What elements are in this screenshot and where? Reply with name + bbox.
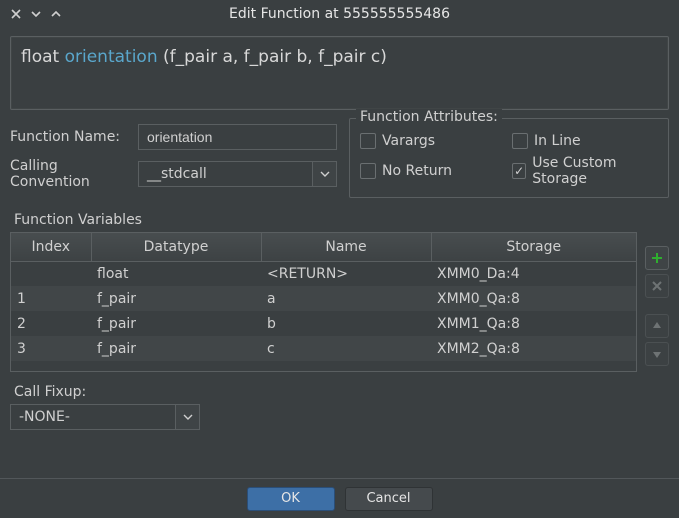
table-row[interactable]: 1f_pairaXMM0_Qa:8 <box>11 286 636 311</box>
cell-index[interactable]: 3 <box>11 336 91 361</box>
table-row[interactable]: 3f_paircXMM2_Qa:8 <box>11 336 636 361</box>
call-fixup-value: -NONE- <box>19 409 70 425</box>
move-down-button[interactable] <box>645 342 669 366</box>
function-name-input[interactable] <box>138 124 337 150</box>
cell-datatype[interactable]: f_pair <box>91 336 261 361</box>
cell-storage[interactable]: XMM0_Qa:8 <box>431 286 636 311</box>
checkbox-icon <box>360 163 376 179</box>
varargs-label: Varargs <box>382 133 435 149</box>
varargs-checkbox[interactable]: Varargs <box>360 133 506 149</box>
function-attributes-group: Function Attributes: Varargs In Line No … <box>349 118 669 198</box>
function-signature-box[interactable]: float orientation (f_pair a, f_pair b, f… <box>10 36 669 110</box>
table-row[interactable]: 2f_pairbXMM1_Qa:8 <box>11 311 636 336</box>
function-variables-table[interactable]: Index Datatype Name Storage float<RETURN… <box>10 232 637 372</box>
checkbox-icon <box>512 133 528 149</box>
signature-function-name: orientation <box>65 47 158 67</box>
add-variable-button[interactable] <box>645 246 669 270</box>
table-row[interactable]: float<RETURN>XMM0_Da:4 <box>11 261 636 286</box>
titlebar: Edit Function at 555555555486 <box>0 0 679 28</box>
remove-variable-button[interactable] <box>645 274 669 298</box>
cell-name[interactable]: c <box>261 336 431 361</box>
cell-name[interactable]: a <box>261 286 431 311</box>
chevron-up-icon[interactable] <box>46 4 66 24</box>
function-attributes-title: Function Attributes: <box>356 109 502 125</box>
cell-datatype[interactable]: float <box>91 261 261 286</box>
cell-name[interactable]: <RETURN> <box>261 261 431 286</box>
cancel-button[interactable]: Cancel <box>345 487 433 511</box>
no-return-checkbox[interactable]: No Return <box>360 155 506 187</box>
chevron-down-icon[interactable] <box>175 405 199 429</box>
cell-storage[interactable]: XMM0_Da:4 <box>431 261 636 286</box>
checkbox-checked-icon <box>512 163 526 179</box>
calling-convention-value: __stdcall <box>147 166 207 182</box>
column-header-storage[interactable]: Storage <box>431 233 636 261</box>
close-icon[interactable] <box>6 4 26 24</box>
chevron-down-icon[interactable] <box>26 4 46 24</box>
calling-convention-label: Calling Convention <box>10 158 138 190</box>
use-custom-storage-label: Use Custom Storage <box>532 155 658 187</box>
column-header-index[interactable]: Index <box>11 233 91 261</box>
cell-index[interactable]: 2 <box>11 311 91 336</box>
ok-button[interactable]: OK <box>247 487 335 511</box>
window-title: Edit Function at 555555555486 <box>66 6 673 22</box>
column-header-name[interactable]: Name <box>261 233 431 261</box>
signature-return-type: float <box>21 47 59 67</box>
call-fixup-label: Call Fixup: <box>14 384 669 400</box>
cell-index[interactable]: 1 <box>11 286 91 311</box>
cell-storage[interactable]: XMM2_Qa:8 <box>431 336 636 361</box>
dialog-footer: OK Cancel <box>0 478 679 518</box>
cell-index[interactable] <box>11 261 91 286</box>
cell-name[interactable]: b <box>261 311 431 336</box>
inline-checkbox[interactable]: In Line <box>512 133 658 149</box>
move-up-button[interactable] <box>645 314 669 338</box>
function-name-label: Function Name: <box>10 129 138 145</box>
cell-datatype[interactable]: f_pair <box>91 286 261 311</box>
column-header-datatype[interactable]: Datatype <box>91 233 261 261</box>
function-variables-label: Function Variables <box>14 212 669 228</box>
chevron-down-icon[interactable] <box>312 162 336 186</box>
inline-label: In Line <box>534 133 581 149</box>
calling-convention-select[interactable]: __stdcall <box>138 161 337 187</box>
signature-parameters: (f_pair a, f_pair b, f_pair c) <box>163 47 387 67</box>
no-return-label: No Return <box>382 163 452 179</box>
use-custom-storage-checkbox[interactable]: Use Custom Storage <box>512 155 658 187</box>
checkbox-icon <box>360 133 376 149</box>
cell-datatype[interactable]: f_pair <box>91 311 261 336</box>
call-fixup-select[interactable]: -NONE- <box>10 404 200 430</box>
cell-storage[interactable]: XMM1_Qa:8 <box>431 311 636 336</box>
